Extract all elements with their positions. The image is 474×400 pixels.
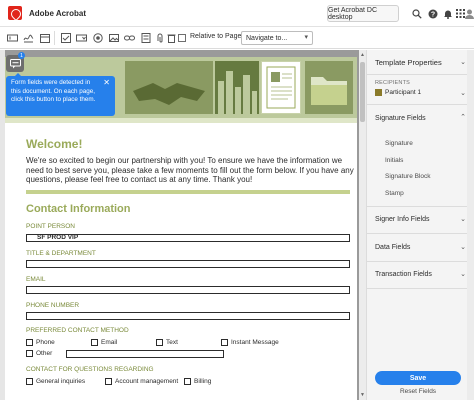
general-inquiries-label: General inquiries (36, 378, 86, 385)
notifications-icon[interactable] (442, 8, 453, 19)
save-button[interactable]: Save (375, 371, 461, 385)
scroll-up-icon[interactable]: ▲ (360, 52, 365, 58)
toolbar-divider (54, 31, 55, 45)
panel-divider (367, 261, 474, 262)
reset-fields-link[interactable]: Reset Fields (375, 388, 461, 395)
transaction-fields-section[interactable]: Transaction Fields (375, 271, 432, 278)
panel-title: Template Properties (375, 58, 442, 67)
phone-number-label: PHONE NUMBER (26, 302, 80, 309)
chevron-down-icon[interactable]: ⌄ (460, 270, 466, 278)
section-divider (26, 190, 350, 194)
panel-divider (367, 104, 474, 105)
contact-regarding-label: CONTACT FOR QUESTIONS REGARDING (26, 366, 154, 373)
account-management-label: Account management (115, 378, 179, 385)
date-field-icon[interactable] (39, 32, 50, 43)
general-inquiries-checkbox[interactable] (26, 378, 33, 385)
checkbox-icon[interactable] (60, 32, 71, 43)
phone-option-label: Phone (36, 339, 55, 346)
chevron-down-icon[interactable]: ⌄ (460, 243, 466, 251)
chevron-down-icon[interactable]: ⌄ (460, 215, 466, 223)
signature-fields-section[interactable]: Signature Fields (375, 115, 426, 122)
relative-to-page-label: Relative to Page (190, 33, 242, 40)
city-skyline-image (215, 61, 259, 114)
other-checkbox[interactable] (26, 350, 33, 357)
notification-text: Form fields were detected in this docume… (11, 79, 96, 104)
panel-divider (367, 233, 474, 234)
detected-count-badge: 1 (18, 52, 25, 59)
stamp-item[interactable]: Stamp (385, 190, 404, 197)
recipients-label: RECIPIENTS (375, 80, 411, 86)
instant-message-option-label: Instant Message (231, 339, 279, 346)
get-acrobat-button[interactable]: Get Acrobat DC desktop (327, 5, 399, 22)
navigate-dropdown-label: Navigate to... (246, 34, 288, 42)
chevron-down-icon: ▾ (304, 34, 308, 41)
svg-text:?: ? (430, 11, 434, 18)
phone-number-field[interactable] (26, 312, 350, 320)
attachment-icon[interactable] (154, 32, 165, 43)
initials-field-item[interactable]: Initials (385, 157, 403, 164)
title-department-label: TITLE & DEPARTMENT (26, 250, 96, 257)
signature-block-item[interactable]: Signature Block (385, 173, 431, 180)
signature-field-icon[interactable] (23, 32, 34, 43)
user-avatar-icon[interactable] (465, 8, 474, 19)
acrobat-logo-icon (8, 6, 22, 20)
instant-message-checkbox[interactable] (221, 339, 228, 346)
email-field[interactable] (26, 286, 350, 294)
panel-divider (367, 74, 474, 75)
close-icon[interactable]: ✕ (103, 78, 110, 88)
resume-document-image (261, 61, 301, 114)
panel-scrollbar[interactable] (467, 50, 474, 400)
chevron-up-icon[interactable]: ⌃ (460, 113, 466, 121)
banner-underline (5, 118, 357, 123)
email-option-label: Email (101, 339, 118, 346)
preferred-contact-label: PREFERRED CONTACT METHOD (26, 327, 129, 334)
title-bar: Adobe Acrobat Get Acrobat DC desktop ? (0, 0, 474, 27)
link-icon[interactable] (124, 32, 135, 43)
image-icon[interactable] (108, 32, 119, 43)
handshake-image (125, 61, 213, 114)
template-properties-panel: Template Properties ⌄ RECIPIENTS Partici… (366, 50, 474, 400)
navigate-dropdown[interactable]: Navigate to... ▾ (241, 31, 313, 45)
calculator-icon[interactable] (140, 32, 151, 43)
delete-icon[interactable] (166, 32, 177, 43)
panel-divider (367, 288, 474, 289)
text-field-icon[interactable] (7, 32, 18, 43)
dropdown-icon[interactable] (76, 32, 87, 43)
title-department-field[interactable] (26, 260, 350, 268)
text-checkbox[interactable] (156, 339, 163, 346)
fields-detected-notification: Form fields were detected in this docume… (6, 76, 115, 116)
welcome-heading: Welcome! (26, 137, 83, 151)
text-option-label: Text (166, 339, 178, 346)
search-icon[interactable] (411, 8, 422, 19)
signer-info-fields-section[interactable]: Signer Info Fields (375, 216, 429, 223)
scroll-down-icon[interactable]: ▼ (360, 392, 365, 398)
account-management-checkbox[interactable] (105, 378, 112, 385)
radio-icon[interactable] (92, 32, 103, 43)
participant-color-swatch (375, 89, 382, 96)
app-title: Adobe Acrobat (29, 8, 87, 18)
panel-divider (367, 206, 474, 207)
point-person-field[interactable]: SF PROD VIP (26, 234, 350, 242)
participant-selector[interactable]: Participant 1 (385, 89, 421, 96)
billing-label: Billing (194, 378, 212, 385)
field-toolbar: Relative to Page Navigate to... ▾ (0, 27, 474, 49)
scrollbar-thumb[interactable] (360, 62, 365, 122)
chevron-down-icon[interactable]: ⌄ (460, 58, 466, 66)
help-icon[interactable]: ? (427, 8, 438, 19)
billing-checkbox[interactable] (184, 378, 191, 385)
relative-to-page-checkbox[interactable] (178, 34, 186, 42)
other-text-field[interactable] (66, 350, 224, 358)
email-label: EMAIL (26, 276, 46, 283)
intro-paragraph: We're so excited to begin our partnershi… (26, 156, 354, 185)
other-option-label: Other (36, 350, 53, 357)
contact-information-heading: Contact Information (26, 203, 131, 215)
data-fields-section[interactable]: Data Fields (375, 244, 410, 251)
document-scrollbar[interactable]: ▲ ▼ (359, 50, 366, 400)
chevron-down-icon[interactable]: ⌄ (460, 89, 466, 97)
signature-field-item[interactable]: Signature (385, 140, 413, 147)
phone-checkbox[interactable] (26, 339, 33, 346)
email-checkbox[interactable] (91, 339, 98, 346)
point-person-label: POINT PERSON (26, 223, 76, 230)
folder-image (305, 61, 353, 114)
